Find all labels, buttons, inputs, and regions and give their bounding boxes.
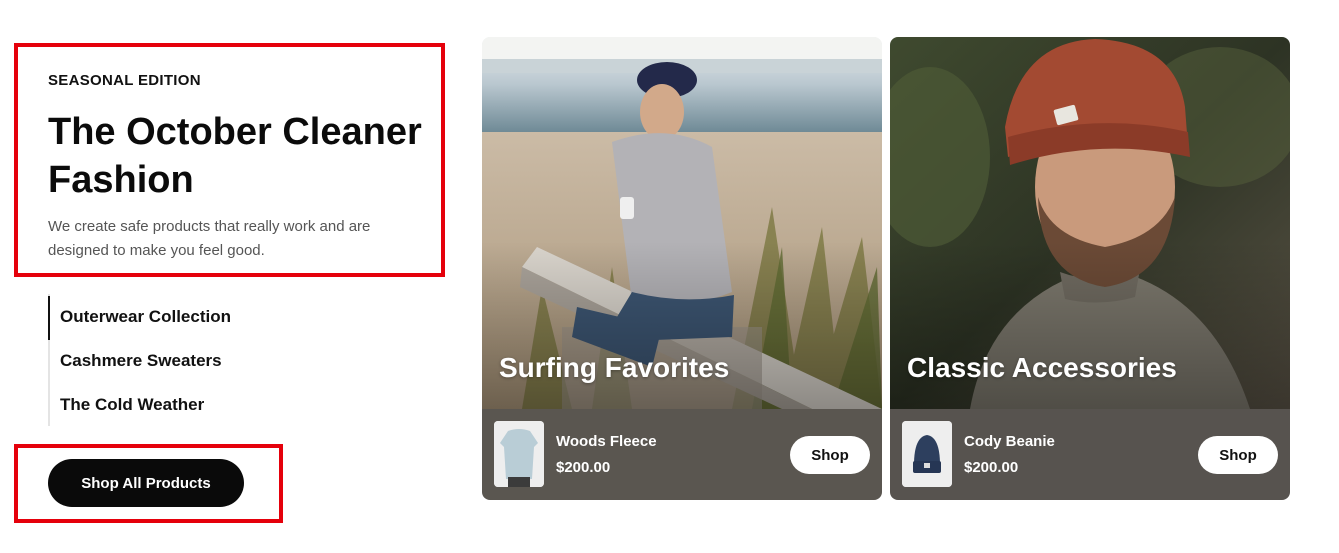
collection-item-cashmere[interactable]: Cashmere Sweaters [60,351,222,371]
card-product-footer: Woods Fleece $200.00 Shop [482,409,882,500]
card-product-footer: Cody Beanie $200.00 Shop [890,409,1290,500]
shop-all-products-button[interactable]: Shop All Products [48,459,244,507]
hero-section: SEASONAL EDITION The October Cleaner Fas… [0,0,470,553]
product-name[interactable]: Cody Beanie [964,433,1055,450]
category-card-surfing[interactable]: Surfing Favorites Woods Fleece $200.00 S… [482,37,882,500]
product-price: $200.00 [964,459,1019,476]
product-name[interactable]: Woods Fleece [556,433,657,450]
card-title: Surfing Favorites [499,352,730,383]
hero-title: The October Cleaner Fashion [48,111,422,201]
card-title: Classic Accessories [907,352,1177,383]
collection-item-cold-weather[interactable]: The Cold Weather [60,395,204,415]
product-price: $200.00 [556,459,611,476]
shop-button[interactable]: Shop [1198,436,1278,474]
fleece-sweater-icon[interactable] [494,421,544,487]
collection-item-outerwear[interactable]: Outerwear Collection [48,296,231,340]
beanie-icon[interactable] [902,421,952,487]
category-card-accessories[interactable]: Classic Accessories Cody Beanie $200.00 … [890,37,1290,500]
hero-description: We create safe products that really work… [48,218,371,259]
shop-button[interactable]: Shop [790,436,870,474]
collection-list: Outerwear Collection Cashmere Sweaters T… [48,294,348,426]
hero-eyebrow: SEASONAL EDITION [48,72,201,89]
